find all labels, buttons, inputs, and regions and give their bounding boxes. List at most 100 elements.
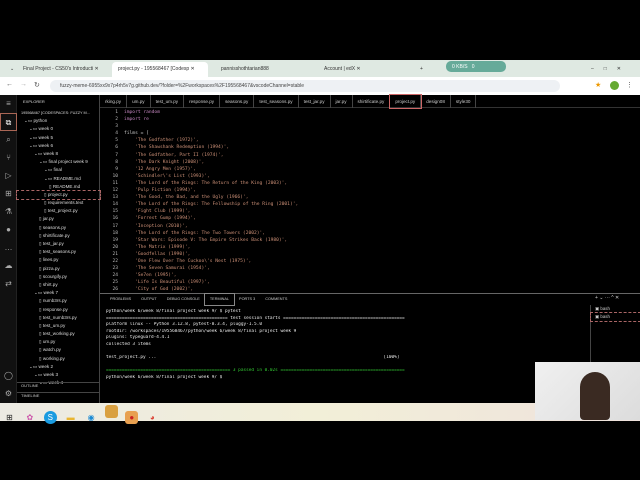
browser-tab[interactable]: pannisshothtarian888 [215,62,315,77]
tree-file[interactable]: ▯ scourgify.py [17,273,100,281]
editor-tab[interactable]: style30 [451,95,477,108]
tree-folder[interactable]: ⌄▭ week 3 [17,371,100,379]
editor-tab[interactable]: test_seasons.py [254,95,299,108]
tree-folder[interactable]: ⌄▭ week 6 [17,142,100,150]
tree-file[interactable]: ▯ test_seasons.py [17,248,100,256]
source-control-icon[interactable]: ⑂ [0,149,17,167]
tree-label: week 7 [43,290,59,296]
more-icon[interactable]: … [0,239,17,257]
tab-search-icon[interactable]: ⌄ [4,62,16,77]
tree-folder[interactable]: ⌄▭ python [17,117,100,125]
tree-file[interactable]: ▯ numb3rs.py [17,297,100,305]
tree-file[interactable]: ▯ um.py [17,338,100,346]
tree-file[interactable]: ▯ README.md [17,183,100,191]
tree-folder[interactable]: ⌄▭ week 8 [17,150,100,158]
terminal-item[interactable]: ▣ bash [590,312,640,322]
tree-file[interactable]: ▯ test_um.py [17,322,100,330]
tree-file[interactable]: ▯ response.py [17,306,100,314]
tree-file[interactable]: ▯ pizza.py [17,265,100,273]
outline-section[interactable]: OUTLINE [17,382,100,388]
app-icon-2[interactable]: ● [125,411,139,424]
tree-label: watch.py [42,347,61,353]
tree-file[interactable]: ▯ lines.py [17,256,100,264]
browser-tab[interactable]: Final Project - CS50's Introducti ✕ [17,62,102,77]
editor-tab[interactable]: jar.py [331,95,353,108]
panel-tab[interactable]: PROBLEMS [105,294,136,305]
testing-icon[interactable]: ⚗ [0,203,17,221]
explorer-icon[interactable]: ⧉ [0,113,17,131]
tree-file[interactable]: ▯ jar.py [17,215,100,223]
new-tab-button[interactable]: + [414,62,426,77]
skype-icon[interactable]: S [43,411,57,424]
timeline-section[interactable]: TIMELINE [17,392,100,398]
panel-tab[interactable]: PORTS 3 [234,294,260,305]
network-badge: 0 KB/S 0 [446,61,506,72]
browser-tab-active[interactable]: project.py - 195568467 [Codesp ✕ [112,62,208,77]
browser-tab[interactable]: Account | edX ✕ [318,62,408,77]
editor-tab[interactable]: test_jar.py [299,95,331,108]
code-line: 22 'One Flew Over The Cuckoo\'s Nest (19… [100,258,635,265]
settings-gear-icon[interactable]: ⚙ [0,385,17,403]
tree-folder[interactable]: ⌄▭ README.md [17,175,100,183]
editor-tab[interactable]: design08 [421,95,451,108]
tree-file[interactable]: ▯ shirt.py [17,281,100,289]
reload-icon[interactable]: ↻ [34,81,40,89]
forward-icon[interactable]: → [20,81,27,88]
tree-file[interactable]: ▯ shirtificate.py [17,232,100,240]
remote-icon[interactable]: ⇄ [0,275,17,293]
editor-tab[interactable]: test_um.py [151,95,185,108]
panel-tab[interactable]: DEBUG CONSOLE [162,294,205,305]
docker-icon[interactable]: ☁ [0,257,17,275]
tree-folder[interactable]: ⌄▭ final [17,166,100,174]
editor-tab[interactable]: project.py [389,94,423,109]
terminal-item[interactable]: ▣ bash [591,305,640,313]
menu-icon[interactable]: ⋮ [626,81,633,89]
extensions-icon[interactable]: ⊞ [0,185,17,203]
tree-folder[interactable]: ⌄▭ week 0 [17,125,100,133]
editor-tab[interactable]: um.py [127,95,151,108]
copilot-icon[interactable]: ✿ [23,411,36,424]
bookmark-star-icon[interactable]: ★ [595,81,601,89]
tree-folder[interactable]: ⌄▭ week 7 [17,289,100,297]
github-icon[interactable]: ● [0,221,17,239]
file-explorer-icon[interactable]: ▬ [64,411,77,424]
tree-file[interactable]: ▯ requirements.text [17,199,100,207]
tree-folder[interactable]: ⌄▭ final project week 9 [17,158,100,166]
tree-file[interactable]: ▯ working.py [17,355,100,363]
editor-tab[interactable]: response.py [184,95,221,108]
url-input[interactable]: fuzzy-meme-6955xx9x7p4rh5v7g.github.dev/… [50,80,560,92]
window-controls[interactable]: –□✕ [585,62,635,77]
editor-tab[interactable]: rking.py [100,95,128,108]
code-editor[interactable]: 1 import random 2 import re 3 4 films = [5 'Th… [100,109,635,293]
panel-tab[interactable]: TERMINAL [203,293,236,306]
run-debug-icon[interactable]: ▷ [0,167,17,185]
menu-icon[interactable]: ≡ [0,95,17,113]
app-icon[interactable] [104,405,118,418]
tree-file[interactable]: ▯ seasons.py [17,224,100,232]
panel-tabs: PROBLEMS OUTPUT DEBUG CONSOLE TERMINAL PORTS… [100,293,640,306]
account-icon[interactable]: ◯ [0,367,17,385]
tree-file[interactable]: ▯ project.py [16,189,101,201]
profile-avatar[interactable] [610,81,619,90]
panel-tab[interactable]: COMMENTS [260,294,292,305]
code-text: 'The Godfather (1972)', [124,138,199,144]
tree-file[interactable]: ▯ test_jar.py [17,240,100,248]
tree-file[interactable]: ▯ test_project.py [17,207,100,215]
windows-start-icon[interactable]: ⊞ [3,411,16,424]
terminal-output[interactable]: python/week 6/week 8/final project week … [106,309,586,382]
tree-file[interactable]: ▯ watch.py [17,346,100,354]
edge-icon[interactable]: ◉ [85,411,98,424]
workspace-root[interactable]: 195568467 [CODESPACES: FUZZY M... [17,109,100,117]
editor-tab[interactable]: shirtificate.py [353,95,391,108]
panel-actions[interactable]: + ⌄ ··· ^ ✕ [595,295,619,301]
editor-tab[interactable]: seasons.py [220,95,255,108]
back-icon[interactable]: ← [6,81,13,88]
tree-file[interactable]: ▯ test_numb3rs.py [17,314,100,322]
vscode-window: ≡ ⧉ ⌕ ⑂ ▷ ⊞ ⚗ ● … ☁ ⇄ ◯ ⚙ EXPLORER 19556… [0,94,640,404]
panel-tab[interactable]: OUTPUT [136,294,162,305]
chrome-icon[interactable]: ◕ [146,411,159,424]
tree-file[interactable]: ▯ test_working.py [17,330,100,338]
search-icon[interactable]: ⌕ [0,131,17,149]
tree-folder[interactable]: ⌄▭ week 5 [17,134,100,142]
tree-folder[interactable]: ⌄▭ week 2 [17,363,100,371]
